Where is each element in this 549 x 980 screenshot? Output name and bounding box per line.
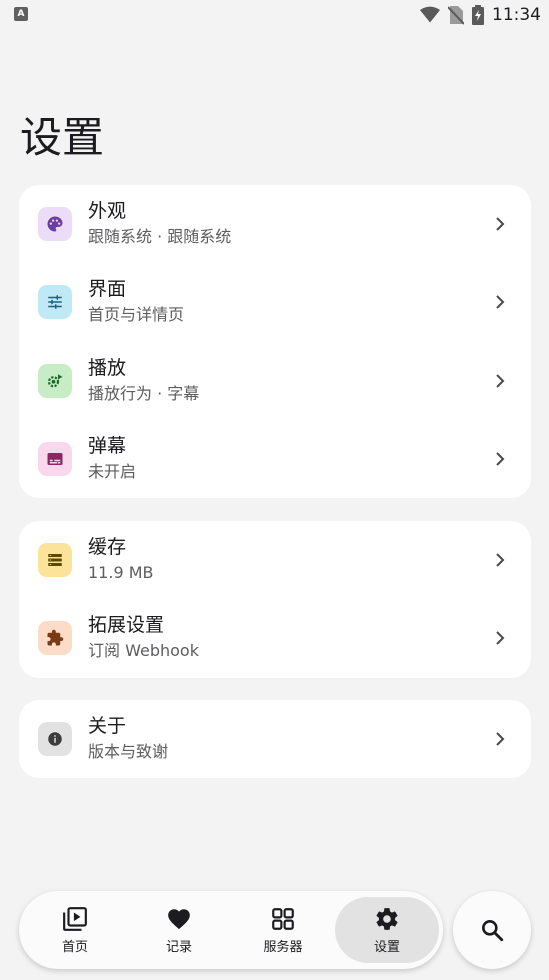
chevron-right-icon <box>496 374 505 388</box>
status-left: A <box>14 7 28 21</box>
settings-item-subtitle: 跟随系统 · 跟随系统 <box>88 227 232 246</box>
settings-item-interface[interactable]: 界面 首页与详情页 <box>19 263 531 341</box>
nav-item-servers[interactable]: 服务器 <box>231 897 335 963</box>
settings-item-subtitle: 首页与详情页 <box>88 305 185 324</box>
settings-item-title: 拓展设置 <box>88 614 165 636</box>
battery-charging-icon <box>472 5 484 25</box>
settings-item-cache[interactable]: 缓存 11.9 MB <box>19 521 531 599</box>
heart-icon <box>168 908 190 929</box>
settings-item-subtitle: 订阅 Webhook <box>88 641 199 660</box>
settings-item-title: 界面 <box>88 278 127 300</box>
no-sim-icon <box>448 6 464 25</box>
settings-item-title: 关于 <box>88 715 127 737</box>
settings-item-subtitle: 未开启 <box>88 462 137 481</box>
app-notification-icon: A <box>14 7 28 21</box>
settings-item-texts: 界面 首页与详情页 <box>88 277 184 326</box>
storage-icon <box>38 543 72 577</box>
play-settings-icon <box>38 364 72 398</box>
video-library-icon <box>63 906 87 931</box>
nav-label: 设置 <box>373 939 400 955</box>
settings-card-general: 外观 跟随系统 · 跟随系统 界面 首页与详情页 播放 播放行为 · 字幕 弹幕… <box>19 185 531 498</box>
page-title: 设置 <box>20 113 105 162</box>
settings-item-danmaku[interactable]: 弹幕 未开启 <box>19 420 531 498</box>
settings-item-texts: 拓展设置 订阅 Webhook <box>88 613 199 662</box>
chevron-right-icon <box>496 553 505 567</box>
nav-item-home[interactable]: 首页 <box>23 897 127 963</box>
extension-icon <box>38 621 72 655</box>
settings-item-extensions[interactable]: 拓展设置 订阅 Webhook <box>19 599 531 677</box>
nav-label: 记录 <box>165 939 192 955</box>
status-bar: A 11:34 <box>0 0 549 30</box>
settings-item-texts: 弹幕 未开启 <box>88 434 136 483</box>
settings-item-texts: 缓存 11.9 MB <box>88 535 154 584</box>
chevron-right-icon <box>496 217 505 231</box>
settings-card-storage: 缓存 11.9 MB 拓展设置 订阅 Webhook <box>19 521 531 678</box>
settings-item-subtitle: 版本与致谢 <box>88 742 169 761</box>
info-icon <box>38 722 72 756</box>
nav-label: 服务器 <box>263 939 303 955</box>
settings-item-texts: 关于 版本与致谢 <box>88 714 168 763</box>
chevron-right-icon <box>496 732 505 746</box>
nav-item-history[interactable]: 记录 <box>127 897 231 963</box>
chevron-right-icon <box>496 295 505 309</box>
search-icon <box>482 920 504 942</box>
grid-icon <box>272 907 294 930</box>
tune-icon <box>38 285 72 319</box>
gear-icon <box>376 907 398 930</box>
settings-card-about: 关于 版本与致谢 <box>19 700 531 778</box>
palette-icon <box>38 207 72 241</box>
bottom-nav: 首页 记录 服务器 设置 <box>19 891 443 969</box>
nav-item-settings[interactable]: 设置 <box>335 897 439 963</box>
settings-item-texts: 外观 跟随系统 · 跟随系统 <box>88 199 231 248</box>
settings-item-appearance[interactable]: 外观 跟随系统 · 跟随系统 <box>19 185 531 263</box>
chevron-right-icon <box>496 631 505 645</box>
settings-item-subtitle: 11.9 MB <box>88 563 154 582</box>
settings-item-subtitle: 播放行为 · 字幕 <box>88 384 200 403</box>
settings-item-title: 弹幕 <box>88 435 127 457</box>
search-button[interactable] <box>453 891 531 969</box>
wifi-icon <box>420 6 440 23</box>
settings-item-about[interactable]: 关于 版本与致谢 <box>19 700 531 778</box>
status-right: 11:34 <box>420 4 541 26</box>
settings-item-title: 播放 <box>88 357 127 379</box>
status-time: 11:34 <box>492 5 541 25</box>
settings-item-playback[interactable]: 播放 播放行为 · 字幕 <box>19 342 531 420</box>
subtitles-icon <box>38 442 72 476</box>
settings-item-texts: 播放 播放行为 · 字幕 <box>88 356 199 405</box>
settings-item-title: 外观 <box>88 200 127 222</box>
settings-item-title: 缓存 <box>88 536 127 558</box>
nav-label: 首页 <box>61 939 88 955</box>
chevron-right-icon <box>496 452 505 466</box>
